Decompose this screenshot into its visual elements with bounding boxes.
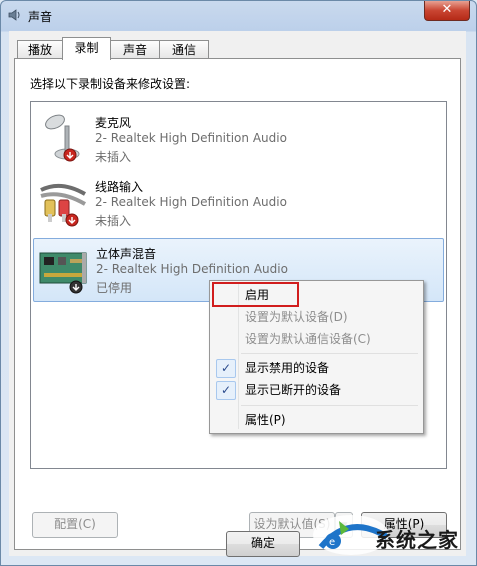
- tab-playback[interactable]: 播放: [17, 40, 63, 59]
- close-icon: ✕: [441, 2, 453, 17]
- menu-item-show-disconnected[interactable]: ✓ 显示已断开的设备: [212, 379, 419, 401]
- tab-recording[interactable]: 录制: [62, 37, 111, 60]
- menu-separator: [241, 405, 418, 406]
- device-name: 线路输入: [95, 180, 144, 194]
- device-status: 未插入: [95, 214, 132, 228]
- svg-text:e: e: [329, 537, 335, 548]
- configure-button[interactable]: 配置(C): [32, 512, 118, 538]
- device-name: 麦克风: [95, 116, 132, 130]
- device-description: 2- Realtek High Definition Audio: [95, 195, 287, 209]
- tab-sounds[interactable]: 声音: [110, 40, 160, 59]
- device-description: 2- Realtek High Definition Audio: [95, 131, 287, 145]
- checkmark-icon: ✓: [216, 359, 236, 378]
- ok-button[interactable]: 确定: [226, 531, 300, 557]
- menu-item-show-disabled[interactable]: ✓ 显示禁用的设备: [212, 357, 419, 379]
- device-name: 立体声混音: [96, 247, 157, 261]
- watermark-text: 系统之家: [375, 528, 459, 552]
- sound-card-icon: [39, 252, 87, 294]
- device-item-line-in[interactable]: 线路输入 2- Realtek High Definition Audio 未插…: [33, 172, 442, 234]
- menu-item-set-default[interactable]: 设置为默认设备(D): [212, 306, 419, 328]
- line-in-cable-icon: [40, 183, 87, 227]
- device-item-microphone[interactable]: 麦克风 2- Realtek High Definition Audio 未插入: [33, 108, 442, 170]
- menu-item-properties[interactable]: 属性(P): [212, 409, 419, 431]
- title-bar[interactable]: 声音 ✕: [1, 1, 476, 31]
- menu-separator: [241, 353, 418, 354]
- device-description: 2- Realtek High Definition Audio: [96, 262, 288, 276]
- device-status: 未插入: [95, 150, 132, 164]
- device-status: 已停用: [96, 281, 133, 295]
- instruction-label: 选择以下录制设备来修改设置:: [30, 77, 191, 91]
- window-title: 声音: [28, 10, 53, 24]
- enable-highlight-annotation: [212, 282, 299, 307]
- microphone-icon: [45, 114, 80, 162]
- tab-communications[interactable]: 通信: [159, 40, 209, 59]
- speaker-icon: [8, 9, 20, 21]
- menu-item-set-default-comm[interactable]: 设置为默认通信设备(C): [212, 328, 419, 350]
- checkmark-icon: ✓: [216, 381, 236, 400]
- close-button[interactable]: ✕: [424, 1, 470, 21]
